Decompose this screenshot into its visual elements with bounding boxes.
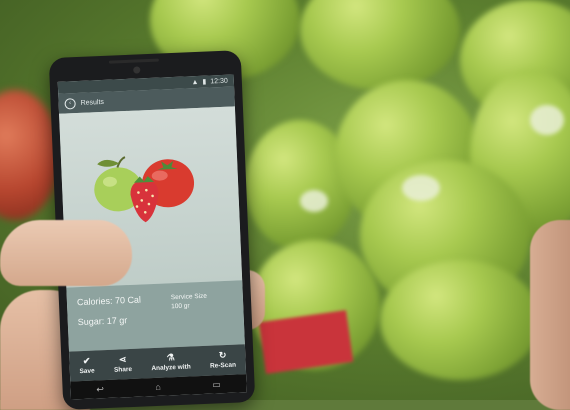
signal-icon: ▲: [191, 78, 199, 86]
calories-text: Calories: 70 Cal: [76, 294, 142, 308]
fruit-sticker: [300, 190, 328, 212]
speaker-grille: [108, 58, 159, 64]
background-apple: [300, 0, 460, 90]
fruit-sticker: [402, 175, 440, 201]
background-apple: [380, 260, 540, 380]
analyze-label: Analyze with: [151, 363, 191, 373]
save-button[interactable]: ✔ Save: [79, 355, 95, 376]
front-camera: [133, 66, 141, 74]
service-size-value: 100 gr: [171, 302, 190, 311]
hand-thumb: [0, 220, 132, 286]
nav-home-icon[interactable]: ⌂: [155, 382, 161, 392]
nav-back-icon[interactable]: ↩: [96, 384, 104, 395]
back-icon[interactable]: ‹: [64, 97, 76, 110]
save-label: Save: [79, 367, 95, 376]
nutrition-panel: Calories: 70 Cal Sugar: 17 gr Service Si…: [66, 280, 245, 352]
status-time: 12:30: [210, 77, 228, 85]
fruit-sticker: [530, 105, 564, 135]
share-label: Share: [113, 365, 133, 374]
rescan-label: Re-Scan: [209, 361, 237, 370]
battery-icon: ▮: [202, 78, 207, 86]
flask-icon: ⚗: [166, 352, 175, 363]
refresh-icon: ↻: [218, 350, 227, 361]
service-size: Service Size 100 gr: [171, 292, 208, 311]
share-icon: ⋖: [118, 354, 127, 365]
hand-right-edge: [530, 220, 570, 410]
app-bar-title: Results: [80, 98, 105, 107]
check-circle-icon: ✔: [82, 355, 91, 367]
share-button[interactable]: ⋖ Share: [113, 354, 133, 374]
analyze-button[interactable]: ⚗ Analyze with: [151, 352, 191, 373]
nav-recents-icon[interactable]: ▭: [212, 379, 221, 390]
sugar-text: Sugar: 17 gr: [77, 315, 128, 328]
rescan-button[interactable]: ↻ Re-Scan: [209, 350, 237, 370]
